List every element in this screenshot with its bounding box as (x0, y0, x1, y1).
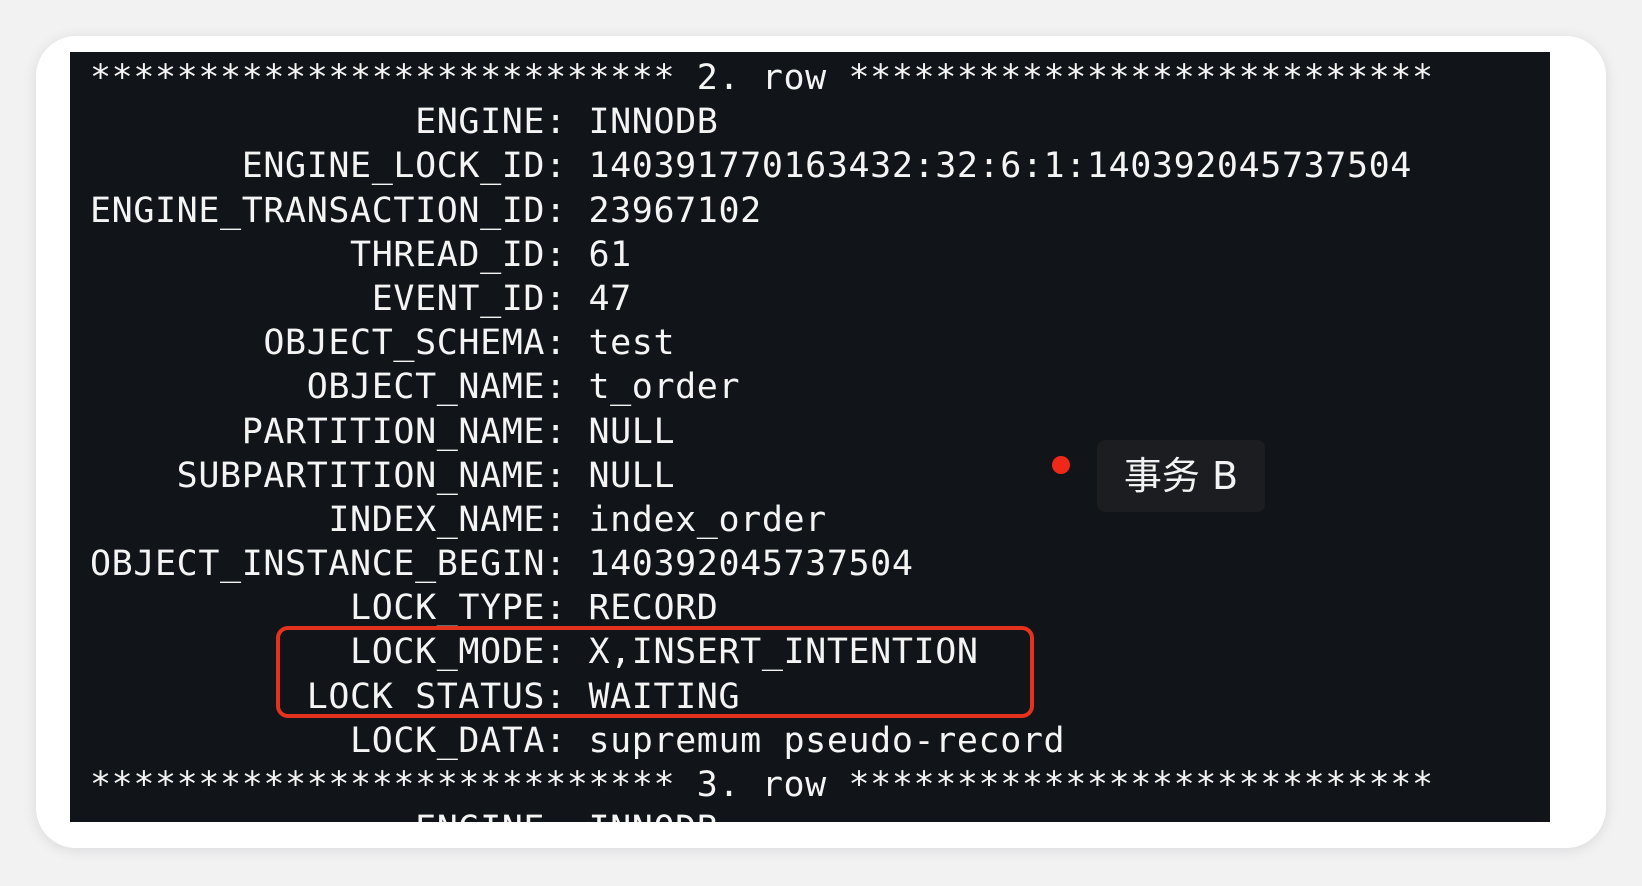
field-engine: ENGINE: INNODB (90, 102, 719, 143)
field-thread-id: THREAD_ID: 61 (90, 234, 632, 275)
lock-mode-status-highlight (276, 626, 1034, 718)
annotation-label-transaction-b: 事务 B (1097, 440, 1265, 512)
annotation-dot (1052, 456, 1070, 474)
field-object-name: OBJECT_NAME: t_order (90, 367, 741, 408)
row-separator-3: *************************** 3. row *****… (90, 765, 1434, 805)
field-object-schema: OBJECT_SCHEMA: test (90, 323, 676, 364)
field-engine-transaction-id: ENGINE_TRANSACTION_ID: 23967102 (90, 190, 762, 231)
field-lock-data: LOCK_DATA: supremum pseudo-record (90, 720, 1066, 761)
row-separator-2: *************************** 2. row *****… (90, 58, 1434, 98)
field-object-instance-begin: OBJECT_INSTANCE_BEGIN: 140392045737504 (90, 544, 914, 585)
field-engine-next-row: ENGINE: INNODB (90, 807, 1434, 822)
field-event-id: EVENT_ID: 47 (90, 278, 632, 319)
field-engine-lock-id: ENGINE_LOCK_ID: 140391770163432:32:6:1:1… (90, 146, 1412, 187)
field-lock-type: LOCK_TYPE: RECORD (90, 588, 719, 629)
